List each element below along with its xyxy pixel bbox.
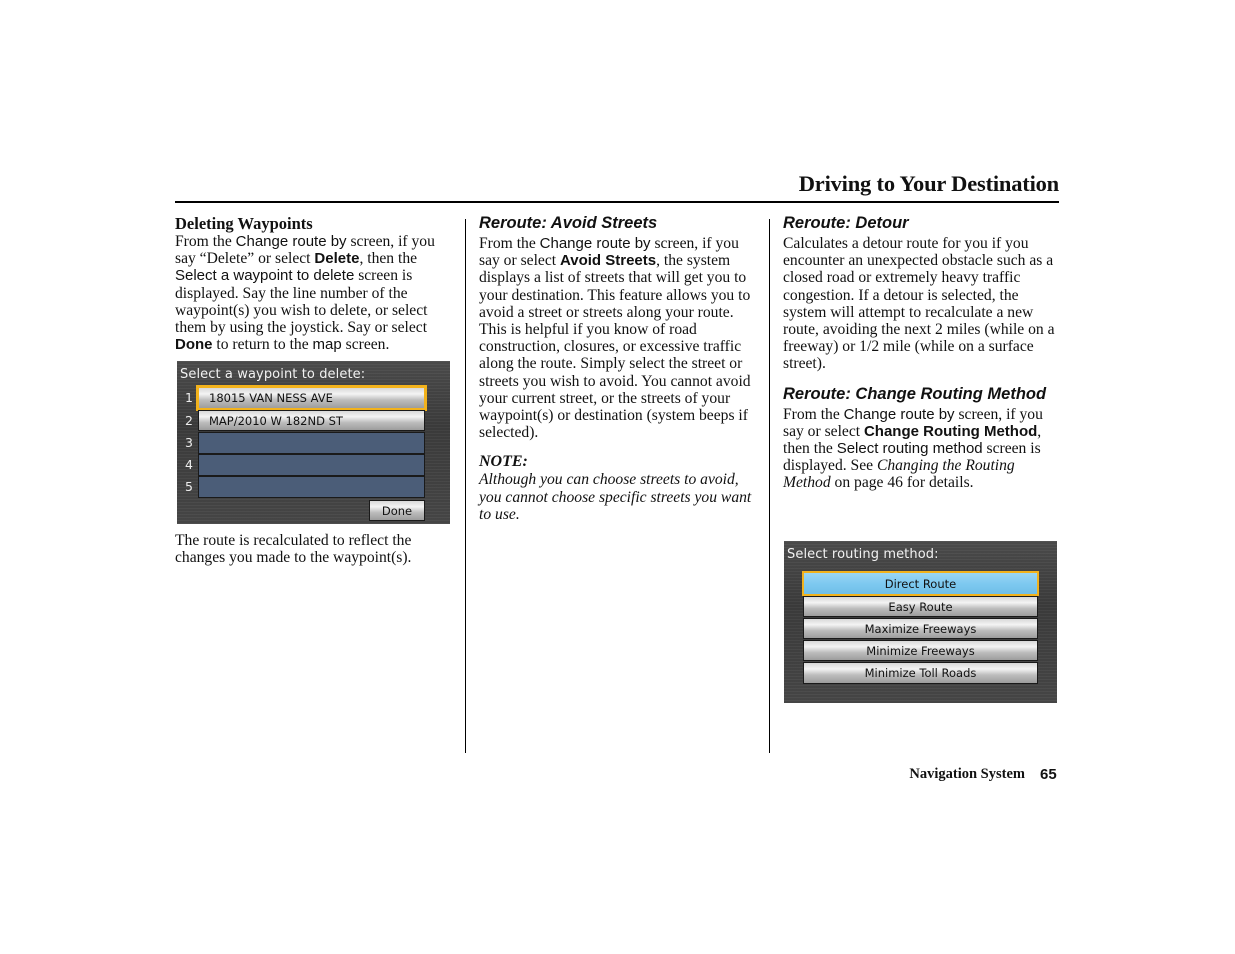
change-routing-paragraph: From the Change route by screen, if you … — [783, 406, 1059, 492]
screen-title: Select routing method: — [787, 547, 939, 562]
ui-term-change-routing-method: Change Routing Method — [863, 422, 1038, 440]
avoid-streets-paragraph: From the Change route by screen, if you … — [479, 235, 759, 441]
waypoint-row-4[interactable] — [198, 454, 425, 476]
note-heading: NOTE: — [479, 453, 528, 471]
option-easy-route[interactable]: Easy Route — [803, 596, 1038, 617]
ui-term-change-route-by: Change route by — [235, 233, 347, 250]
ui-term-change-route-by: Change route by — [843, 405, 955, 423]
waypoint-label: MAP/2010 W 182ND ST — [209, 413, 343, 428]
option-label: Minimize Freeways — [866, 643, 975, 658]
option-maximize-freeways[interactable]: Maximize Freeways — [803, 618, 1038, 639]
done-button[interactable]: Done — [369, 500, 425, 521]
section-heading-change-routing-method: Reroute: Change Routing Method — [783, 384, 1047, 403]
column-avoid-streets: Reroute: Avoid Streets From the Change r… — [479, 213, 759, 523]
deleting-waypoints-paragraph: From the Change route by screen, if you … — [175, 233, 455, 353]
ui-term-done: Done — [175, 336, 213, 354]
row-number: 4 — [185, 457, 193, 472]
detour-paragraph: Calculates a detour route for you if you… — [783, 235, 1055, 373]
column-deleting-waypoints: Deleting Waypoints From the Change route… — [175, 214, 455, 354]
recalculated-paragraph: The route is recalculated to reflect the… — [175, 532, 412, 567]
option-direct-route[interactable]: Direct Route — [802, 571, 1039, 596]
ui-term-change-route-by: Change route by — [539, 235, 651, 252]
ui-term-map: map — [312, 336, 342, 354]
page-title: Driving to Your Destination — [798, 171, 1059, 196]
option-minimize-toll-roads[interactable]: Minimize Toll Roads — [803, 662, 1038, 684]
screen-title: Select a waypoint to delete: — [180, 367, 366, 382]
waypoint-row-2[interactable]: MAP/2010 W 182ND ST — [198, 410, 425, 431]
text: , then the — [359, 250, 418, 268]
recalculated-note: The route is recalculated to reflect the… — [175, 532, 455, 566]
section-heading-detour: Reroute: Detour — [783, 214, 909, 232]
text: From the — [479, 235, 540, 252]
done-label: Done — [381, 503, 413, 518]
section-heading-deleting-waypoints: Deleting Waypoints — [175, 214, 313, 233]
row-number: 5 — [185, 479, 193, 494]
waypoint-row-3[interactable] — [198, 432, 425, 454]
option-label: Easy Route — [888, 599, 953, 614]
waypoint-label: 18015 VAN NESS AVE — [209, 391, 333, 405]
footer-manual-name: Navigation System — [909, 766, 1025, 782]
text: on page 46 for details. — [830, 474, 974, 492]
ui-term-delete: Delete — [314, 250, 360, 268]
ui-term-select-waypoint: Select a waypoint to delete — [175, 267, 355, 285]
waypoint-delete-screenshot: Select a waypoint to delete: 1 18015 VAN… — [177, 361, 450, 524]
column-detour: Reroute: Detour Calculates a detour rout… — [783, 213, 1059, 492]
note-text: Although you can choose streets to avoid… — [479, 471, 752, 523]
column-divider-1 — [465, 219, 466, 753]
text: From the — [783, 405, 844, 423]
waypoint-row-1[interactable]: 18015 VAN NESS AVE — [196, 385, 427, 411]
ui-term-select-routing-method: Select routing method — [836, 440, 983, 458]
option-label: Minimize Toll Roads — [864, 666, 977, 680]
text: From the — [175, 233, 236, 250]
ui-term-avoid-streets: Avoid Streets — [559, 252, 657, 270]
page-number: 65 — [1040, 766, 1057, 783]
text: to return to the — [212, 336, 313, 354]
text: screen. — [341, 336, 390, 354]
row-number: 1 — [185, 390, 193, 405]
option-label: Direct Route — [884, 576, 957, 591]
header-divider — [175, 201, 1059, 203]
waypoint-row-5[interactable] — [198, 476, 425, 498]
section-heading-avoid-streets: Reroute: Avoid Streets — [479, 214, 658, 232]
row-number: 2 — [185, 413, 193, 428]
option-minimize-freeways[interactable]: Minimize Freeways — [803, 640, 1038, 661]
option-label: Maximize Freeways — [864, 621, 977, 636]
routing-method-screenshot: Select routing method: Direct Route Easy… — [784, 541, 1057, 703]
column-divider-2 — [769, 219, 770, 753]
text: , the system displays a list of streets … — [479, 252, 751, 442]
row-number: 3 — [185, 435, 193, 450]
